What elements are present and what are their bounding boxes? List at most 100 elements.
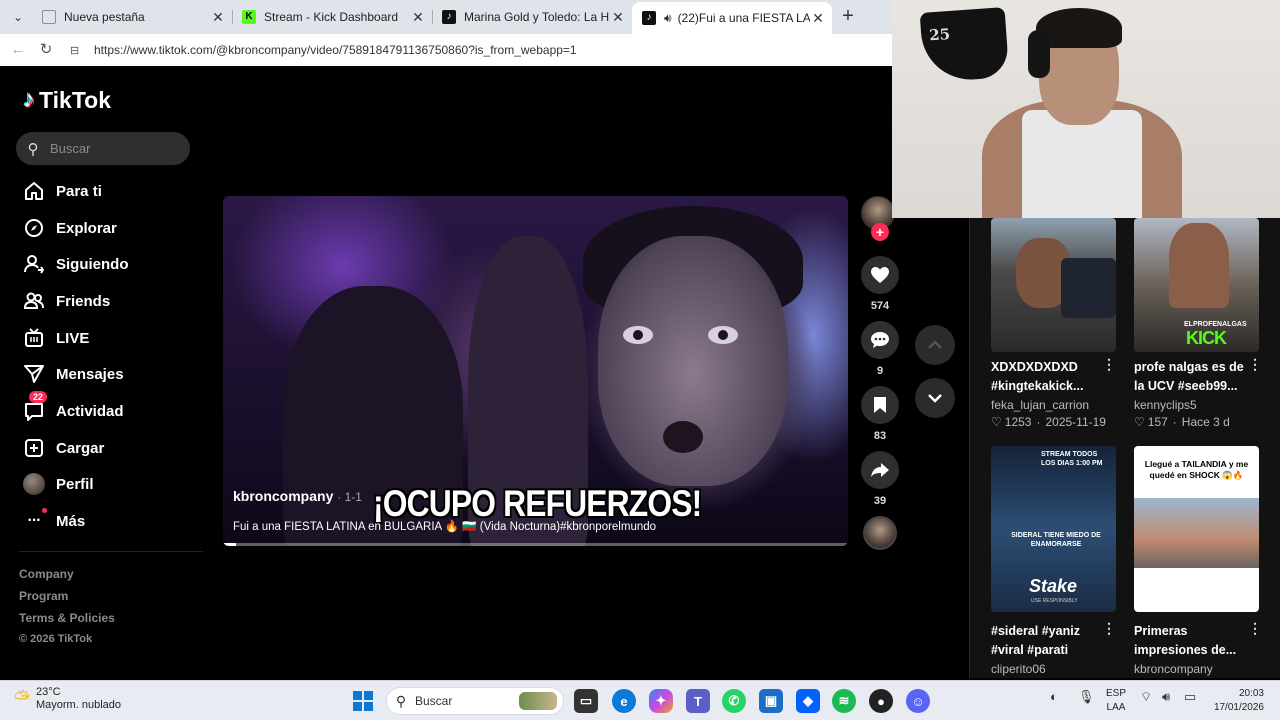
- teams-icon[interactable]: T: [686, 689, 710, 713]
- video-title[interactable]: XDXDXDXDXD #kingtekakick...: [991, 358, 1109, 396]
- activity-icon: 22: [21, 391, 48, 424]
- video-author[interactable]: cliperito06: [991, 662, 1046, 676]
- copilot-icon[interactable]: ✦: [649, 689, 673, 713]
- next-video-button[interactable]: [915, 378, 955, 418]
- url-text: https://www.tiktok.com/@kbroncompany/vid…: [94, 43, 577, 57]
- battery-icon[interactable]: ▭: [1184, 689, 1196, 705]
- video-thumbnail[interactable]: ELPROFENALGAS KICK: [1134, 218, 1259, 352]
- footer-link-program[interactable]: Program: [19, 589, 68, 603]
- video-title[interactable]: #sideral #yaniz #viral #parati: [991, 622, 1109, 660]
- url-field[interactable]: ⊟ https://www.tiktok.com/@kbroncompany/v…: [64, 38, 890, 62]
- video-author[interactable]: feka_lujan_carrion: [991, 398, 1089, 412]
- more-options-icon[interactable]: ⋮: [1248, 620, 1262, 637]
- save-button[interactable]: [861, 386, 899, 424]
- nav-item-live[interactable]: LIVE: [21, 325, 89, 351]
- tab-title: Stream - Kick Dashboard: [264, 10, 399, 24]
- nav-label: Mensajes: [56, 365, 124, 383]
- shorts-number: 25: [928, 25, 951, 45]
- nav-label: Más: [56, 512, 86, 530]
- video-scene-eye: [623, 326, 653, 344]
- language-indicator[interactable]: ESP LAA: [1106, 687, 1126, 715]
- speaker-icon[interactable]: 🔊︎: [664, 11, 672, 26]
- browser-tab[interactable]: Nueva pestaña ✕: [32, 4, 232, 30]
- compass-icon: [21, 215, 47, 241]
- video-title[interactable]: Primeras impresiones de...: [1134, 622, 1252, 660]
- task-view-icon[interactable]: ▭: [574, 689, 598, 713]
- system-clock[interactable]: 20:03 17/01/2026: [1208, 687, 1264, 715]
- nav-item-explorar[interactable]: Explorar: [21, 215, 117, 241]
- tab-close-icon[interactable]: ✕: [610, 9, 626, 26]
- webcam-person-shirt: [1022, 110, 1142, 218]
- obs-icon[interactable]: ●: [869, 689, 893, 713]
- follow-button[interactable]: +: [871, 223, 889, 241]
- more-dots-icon: ···: [21, 508, 47, 534]
- send-icon: [21, 361, 47, 387]
- video-progress-bar[interactable]: [223, 543, 848, 546]
- volume-icon[interactable]: 🔊︎: [1162, 689, 1170, 705]
- nav-item-perfil[interactable]: Perfil: [21, 471, 94, 497]
- tiktok-favicon-icon: ♪: [442, 10, 456, 24]
- more-options-icon[interactable]: ⋮: [1248, 356, 1262, 373]
- microphone-icon[interactable]: 🎙︎: [1078, 689, 1095, 705]
- footer-link-terms[interactable]: Terms & Policies: [19, 611, 115, 625]
- windows-start-icon[interactable]: [351, 689, 375, 713]
- like-button[interactable]: [861, 256, 899, 294]
- thumb-text: ELPROFENALGAS: [1184, 321, 1247, 328]
- tab-close-icon[interactable]: ✕: [410, 9, 426, 26]
- nav-item-mas[interactable]: ··· Más: [21, 508, 85, 534]
- video-thumbnail[interactable]: STREAM TODOS LOS DIAS 1:00 PM SIDERAL TI…: [991, 446, 1116, 612]
- nav-label: Para ti: [56, 182, 102, 200]
- reload-icon[interactable]: ↻: [36, 40, 56, 60]
- store-icon[interactable]: ▣: [759, 689, 783, 713]
- browser-tab[interactable]: K Stream - Kick Dashboard ✕: [232, 4, 432, 30]
- video-author[interactable]: kbroncompany: [1134, 662, 1213, 676]
- webcam-wall-shorts: 25: [919, 7, 1010, 83]
- nav-item-cargar[interactable]: Cargar: [21, 435, 104, 461]
- browser-tab-active[interactable]: ♪ 🔊︎ (22)Fui a una FIESTA LATINA en... ✕: [632, 2, 832, 34]
- tab-close-icon[interactable]: ✕: [210, 9, 226, 26]
- comment-button[interactable]: [861, 321, 899, 359]
- video-scene-mouth: [663, 421, 703, 453]
- spotify-icon[interactable]: ≋: [832, 689, 856, 713]
- video-title[interactable]: profe nalgas es de la UCV #seeb99...: [1134, 358, 1252, 396]
- video-thumbnail[interactable]: [991, 218, 1116, 352]
- thumb-text: STREAM TODOS LOS DIAS 1:00 PM: [1041, 451, 1103, 467]
- tab-list-menu-icon[interactable]: ⌄: [8, 7, 28, 27]
- search-input[interactable]: ⚲ Buscar: [16, 132, 190, 165]
- partly-cloudy-icon: ⛅︎: [14, 687, 30, 710]
- taskbar-search[interactable]: ⚲ Buscar: [386, 687, 564, 715]
- previous-video-button[interactable]: [915, 325, 955, 365]
- back-arrow-icon[interactable]: ←: [8, 40, 28, 60]
- nav-item-para-ti[interactable]: Para ti: [21, 178, 102, 204]
- nav-item-siguiendo[interactable]: Siguiendo: [21, 251, 129, 277]
- video-author-name[interactable]: kbroncompany: [233, 488, 333, 504]
- nav-item-friends[interactable]: Friends: [21, 288, 110, 314]
- whatsapp-icon[interactable]: ✆: [722, 689, 746, 713]
- clock-time: 20:03: [1238, 688, 1264, 699]
- nav-item-actividad[interactable]: 22 Actividad: [21, 391, 124, 424]
- tab-close-icon[interactable]: ✕: [810, 10, 826, 27]
- video-player[interactable]: ¡OCUPO REFUERZOS! kbroncompany · 1-1 Fui…: [223, 196, 848, 546]
- nav-item-mensajes[interactable]: Mensajes: [21, 361, 124, 387]
- video-author[interactable]: kennyclips5: [1134, 398, 1197, 412]
- wifi-icon[interactable]: ⌔: [1140, 689, 1152, 705]
- tiktok-logo[interactable]: ♪ TikTok: [23, 86, 111, 114]
- edge-browser-icon[interactable]: e: [612, 689, 636, 713]
- new-tab-button[interactable]: +: [838, 6, 858, 26]
- footer-link-company[interactable]: Company: [19, 567, 74, 581]
- browser-tab[interactable]: ♪ Marina Gold y Toledo: La Historia de..…: [432, 4, 632, 30]
- separator-dot: ·: [1036, 415, 1041, 429]
- sound-disc-avatar[interactable]: [863, 516, 897, 550]
- weather-widget[interactable]: ⛅︎ 23°C Mayorm. nublado: [14, 686, 121, 712]
- share-button[interactable]: [861, 451, 899, 489]
- separator-dot: ·: [1172, 415, 1177, 429]
- dropbox-icon[interactable]: ◆: [796, 689, 820, 713]
- more-options-icon[interactable]: ⋮: [1102, 620, 1116, 637]
- video-author[interactable]: kbroncompany · 1-1: [233, 488, 362, 504]
- site-info-icon[interactable]: ⊟: [70, 44, 90, 57]
- discord-icon[interactable]: ☺: [906, 689, 930, 713]
- more-options-icon[interactable]: ⋮: [1102, 356, 1116, 373]
- share-icon: [871, 463, 889, 477]
- tray-app-icon[interactable]: ◐: [1050, 689, 1058, 704]
- video-thumbnail[interactable]: Llegué a TAILANDIA y me quedé en SHOCK 😱…: [1134, 446, 1259, 612]
